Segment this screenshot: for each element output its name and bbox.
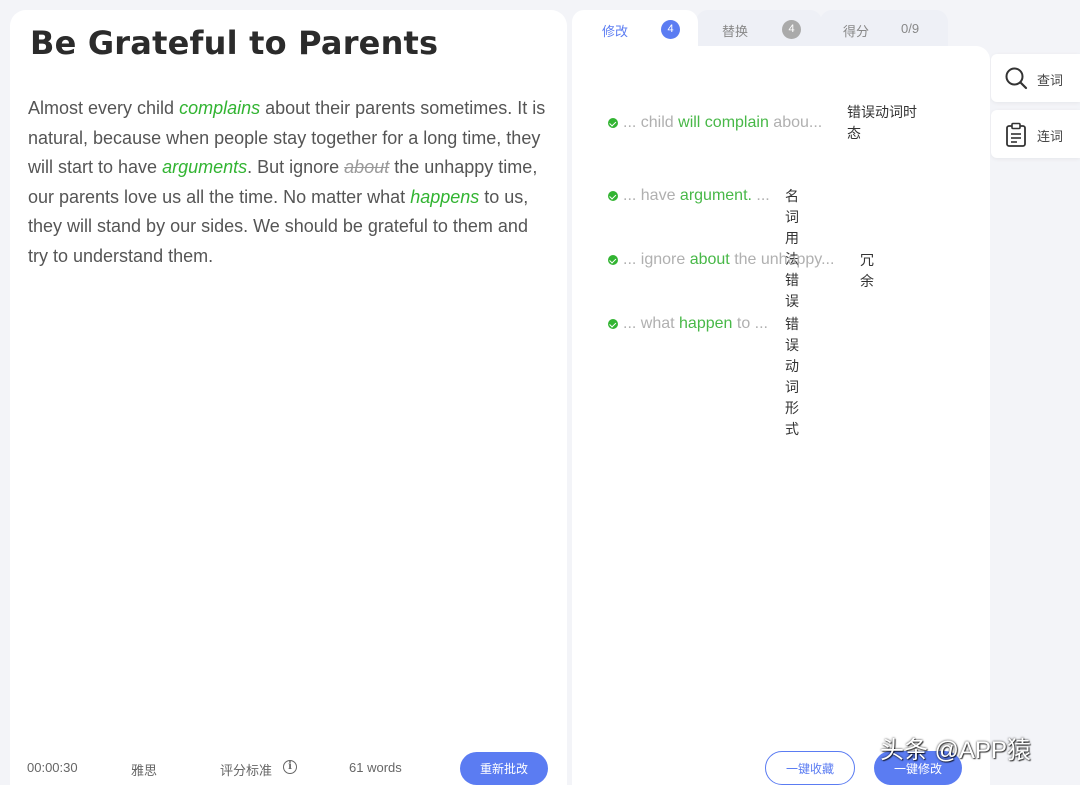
essay-body: Almost every child complains about their… (28, 94, 548, 272)
clipboard-icon (1006, 122, 1026, 147)
essay-correction[interactable]: complains (179, 98, 260, 118)
essay-deletion[interactable]: about (344, 157, 389, 177)
snippet-context: ... child (623, 114, 679, 131)
snippet-context: ... (751, 187, 770, 204)
tab-label: 替换 (722, 24, 749, 39)
check-circle-icon (608, 191, 618, 201)
check-circle-icon (608, 319, 618, 329)
snippet-context: to ... (732, 315, 768, 332)
error-snippet: ... child will complain abou... (623, 114, 822, 132)
essay-correction[interactable]: happens (410, 187, 479, 207)
snippet-context: the unhappy... (729, 251, 835, 268)
snippet-context: abou... (768, 114, 823, 131)
results-panel: ... child will complain abou... 错误动词时态 .… (572, 46, 990, 785)
error-type: 名词用法错误 (785, 188, 799, 309)
essay-text: Almost every child (28, 98, 180, 118)
essay-text: . But ignore (247, 157, 345, 178)
check-circle-icon (608, 255, 618, 265)
snippet-context: ... ignore (623, 251, 690, 268)
info-icon[interactable]: i (283, 760, 297, 774)
error-snippet: ... have argument. ... (623, 187, 770, 205)
error-snippet: ... what happen to ... (623, 315, 768, 333)
error-type: 错误动词时态 (847, 104, 917, 141)
regrade-button[interactable]: 重新批改 (460, 752, 548, 785)
snippet-context: ... what (623, 315, 680, 332)
snippet-highlight: happen (679, 315, 733, 332)
tool-label: 查词 (1037, 73, 1064, 88)
tab-count-badge: 4 (782, 20, 801, 39)
tab-label: 修改 (602, 24, 629, 39)
tool-label: 连词 (1037, 129, 1064, 144)
tab-label: 得分 (843, 24, 870, 39)
snippet-highlight: argument. (679, 187, 752, 204)
snippet-highlight: about (689, 251, 730, 268)
elapsed-time: 00:00:30 (27, 760, 78, 775)
error-snippet: ... ignore about the unhappy... (623, 251, 834, 269)
tab-score[interactable]: 得分 0/9 (820, 10, 948, 50)
conjunction-tool[interactable]: 连词 (991, 110, 1080, 158)
word-count: 61 words (349, 760, 402, 775)
lookup-word-tool[interactable]: 查词 (991, 54, 1080, 102)
error-type: 冗余 (860, 252, 874, 289)
essay-correction[interactable]: arguments (162, 157, 247, 177)
essay-footer: 00:00:30 雅思 评分标准 i 61 words 重新批改 (10, 750, 567, 785)
search-icon (1005, 67, 1028, 90)
check-circle-icon (608, 118, 618, 128)
snippet-context: ... have (623, 187, 680, 204)
essay-panel: Be Grateful to Parents Almost every chil… (10, 10, 567, 785)
scoring-standard-link[interactable]: 评分标准 (220, 760, 272, 779)
essay-title: Be Grateful to Parents (30, 24, 439, 62)
watermark: 头条 @APP猿 (880, 737, 1032, 764)
tab-replace[interactable]: 替换 4 (696, 10, 822, 50)
exam-type[interactable]: 雅思 (131, 760, 157, 779)
snippet-highlight: will complain (678, 114, 769, 131)
error-type: 错误动词形式 (785, 316, 799, 437)
tab-score-value: 0/9 (901, 21, 920, 36)
tab-revise[interactable]: 修改 4 (572, 10, 698, 50)
tab-count-badge: 4 (661, 20, 680, 39)
collect-all-button[interactable]: 一键收藏 (765, 751, 855, 785)
